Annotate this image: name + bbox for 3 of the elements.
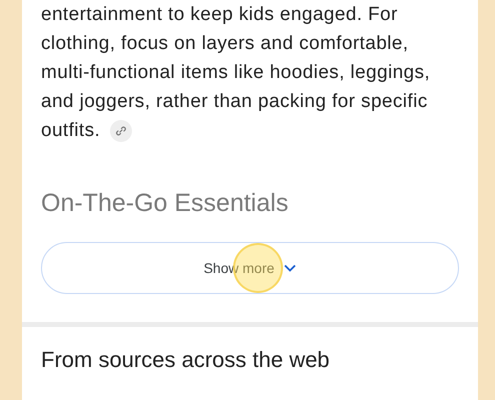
sources-heading: From sources across the web [40, 347, 331, 373]
section-heading: On-The-Go Essentials [40, 188, 290, 219]
answer-paragraph: entertainment to keep kids engaged. For clothing, focus on layers and comfortable, multi-functional items like hoodies, leggings, and joggers, rather than packing for specific outfits. [40, 3, 432, 144]
